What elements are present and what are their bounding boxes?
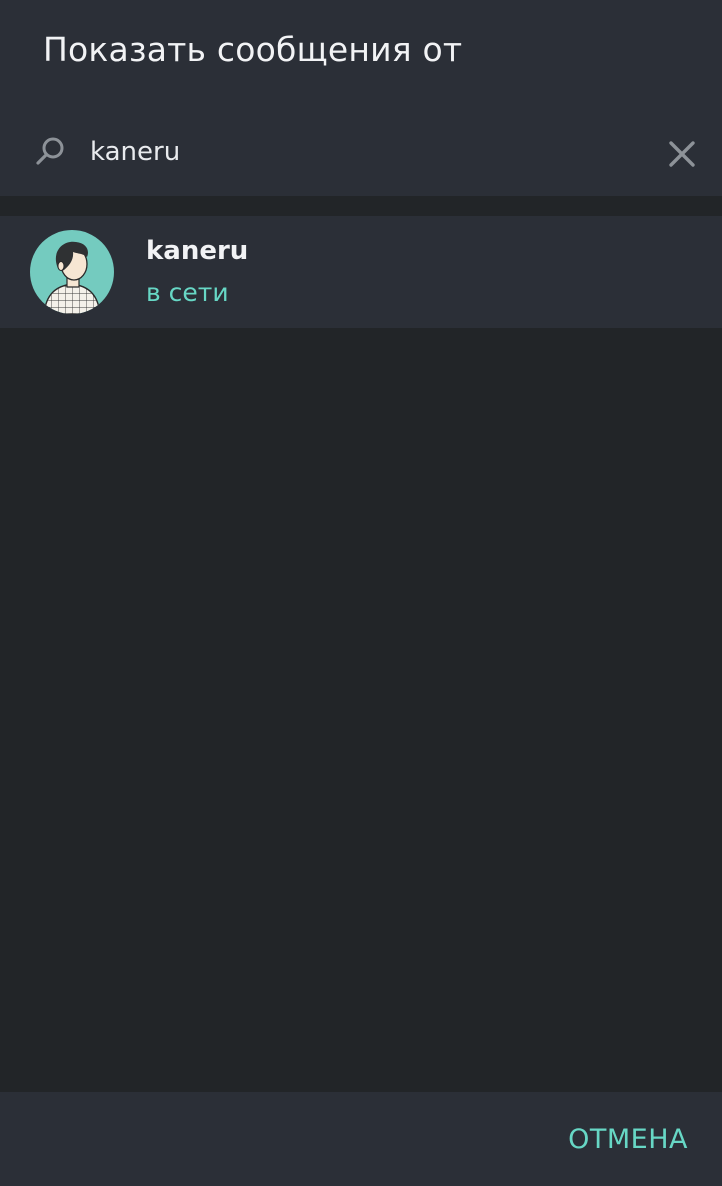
list-item[interactable]: kaneru в сети — [0, 216, 722, 328]
search-bar — [0, 112, 722, 194]
dialog-footer: ОТМЕНА — [0, 1092, 722, 1186]
cancel-button[interactable]: ОТМЕНА — [568, 1124, 688, 1155]
user-status: в сети — [146, 278, 229, 307]
search-input[interactable] — [90, 130, 630, 174]
dialog-header: Показать сообщения от — [0, 0, 722, 196]
dialog-title: Показать сообщения от — [43, 30, 463, 69]
avatar — [30, 230, 114, 314]
search-icon — [36, 137, 64, 165]
results-divider — [0, 196, 722, 216]
user-name: kaneru — [146, 236, 249, 266]
filter-by-sender-dialog: Показать сообщения от kaneru kaneru в се… — [0, 0, 722, 1186]
close-icon[interactable] — [664, 136, 700, 172]
avatar-illustration-icon — [30, 230, 114, 314]
